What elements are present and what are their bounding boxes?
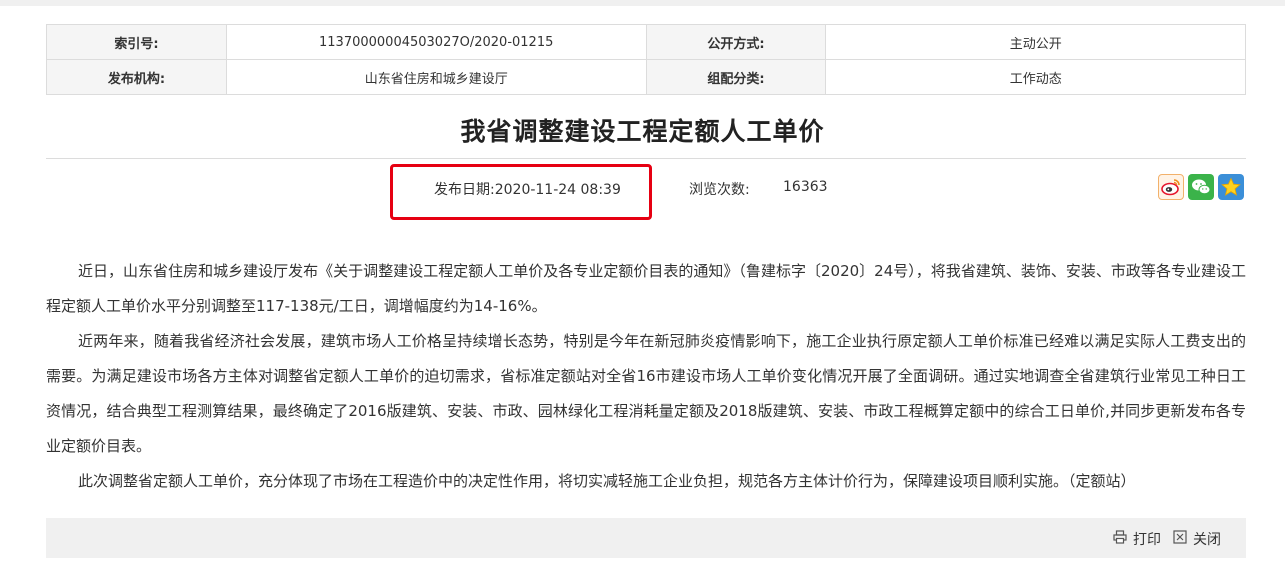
- article-title: 我省调整建设工程定额人工单价: [460, 117, 825, 146]
- favorite-star-icon[interactable]: [1218, 174, 1244, 200]
- paragraph: 近日，山东省住房和城乡建设厅发布《关于调整建设工程定额人工单价及各专业定额价目表…: [46, 262, 1246, 315]
- views-label: 浏览次数:: [689, 182, 750, 198]
- close-icon: [1173, 530, 1193, 548]
- publisher-value: 山东省住房和城乡建设厅: [225, 59, 647, 95]
- index-label: 索引号:: [46, 24, 227, 60]
- print-button[interactable]: 打印: [1113, 529, 1161, 549]
- weibo-icon[interactable]: [1158, 174, 1184, 200]
- close-button[interactable]: 关闭: [1173, 529, 1221, 549]
- top-band: [0, 0, 1285, 6]
- index-value: 11370000004503027O/2020-01215: [225, 24, 647, 60]
- print-label: 打印: [1133, 532, 1161, 548]
- title-divider: [46, 158, 1246, 159]
- category-value: 工作动态: [825, 59, 1246, 95]
- meta-row: 发布机构: 山东省住房和城乡建设厅 组配分类: 工作动态: [46, 59, 1246, 95]
- document-meta-table: 索引号: 11370000004503027O/2020-01215 公开方式:…: [46, 24, 1246, 95]
- open-mode-value: 主动公开: [825, 24, 1246, 60]
- open-mode-label: 公开方式:: [645, 24, 827, 60]
- publisher-label: 发布机构:: [46, 59, 227, 95]
- paragraph: 此次调整省定额人工单价，充分体现了市场在工程造价中的决定性作用，将切实减轻施工企…: [78, 472, 1136, 490]
- meta-row: 索引号: 11370000004503027O/2020-01215 公开方式:…: [46, 24, 1246, 60]
- bottom-action-bar: [46, 518, 1246, 558]
- printer-icon: [1113, 530, 1133, 548]
- wechat-icon[interactable]: [1188, 174, 1214, 200]
- views-count: 16363: [783, 179, 828, 195]
- article-body: 近日，山东省住房和城乡建设厅发布《关于调整建设工程定额人工单价及各专业定额价目表…: [46, 254, 1246, 499]
- close-label: 关闭: [1193, 532, 1221, 548]
- paragraph: 近两年来，随着我省经济社会发展，建筑市场人工价格呈持续增长态势，特别是今年在新冠…: [46, 332, 1246, 455]
- highlight-box: [390, 164, 652, 220]
- category-label: 组配分类:: [645, 59, 827, 95]
